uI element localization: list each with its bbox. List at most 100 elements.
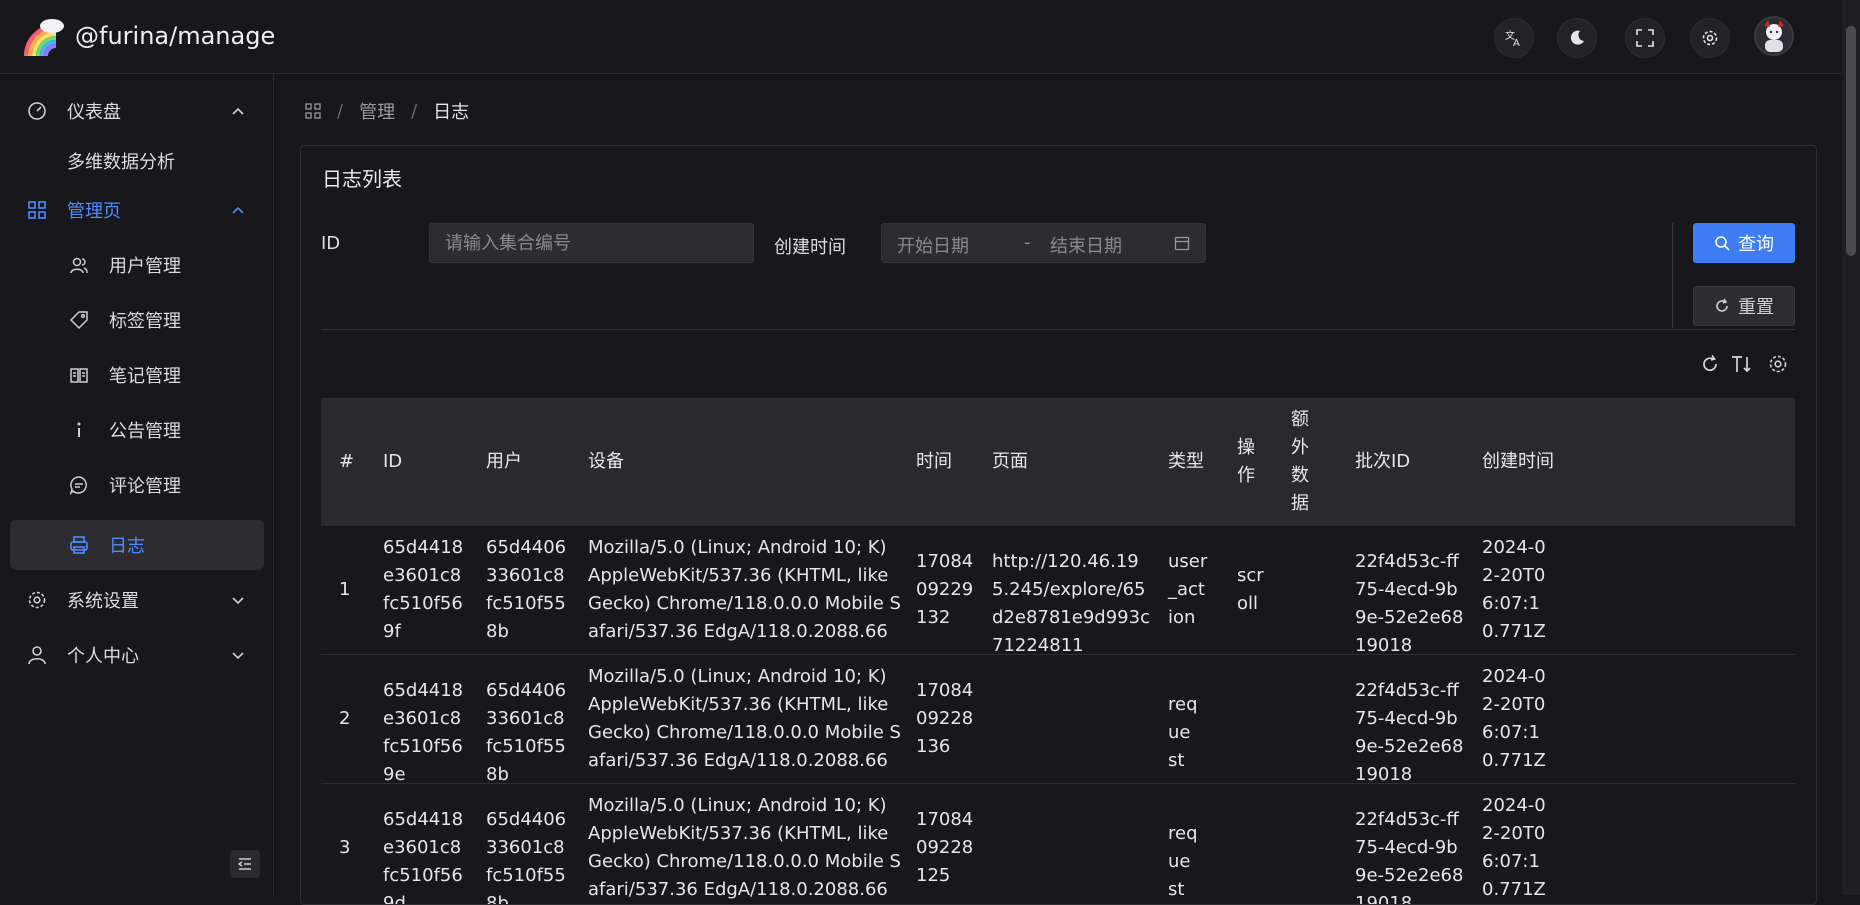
text-size-icon: [1732, 356, 1751, 373]
avatar[interactable]: [1754, 16, 1794, 56]
sidebar-item-profile[interactable]: 个人中心: [10, 630, 264, 680]
sidebar-item-dashboard[interactable]: 仪表盘: [10, 86, 264, 136]
sidebar-item-users[interactable]: 用户管理: [10, 240, 264, 290]
query-button[interactable]: 查询: [1693, 223, 1795, 263]
sidebar-item-system-settings[interactable]: 系统设置: [10, 575, 264, 625]
cell-batch-id: 22f4d53c-ff75-4ecd-9b9e-52e2e6819018: [1355, 551, 1464, 656]
cell-id: 65d4418e3601c8fc510f569e: [383, 680, 464, 785]
search-icon: [1715, 236, 1730, 251]
scrollbar-thumb[interactable]: [1846, 26, 1856, 256]
table-settings-button[interactable]: [1766, 352, 1790, 376]
comment-icon: [68, 474, 90, 496]
chevron-up-icon: [232, 206, 244, 214]
id-filter-label: ID: [321, 233, 341, 254]
sidebar-item-label: 日志: [109, 536, 145, 557]
sidebar-item-comments[interactable]: 评论管理: [10, 460, 264, 510]
column-header[interactable]: ID: [383, 448, 402, 476]
info-icon: [68, 419, 90, 441]
cell-created: 2024-02-20T06:07:10.771Z: [1482, 795, 1546, 900]
collapse-icon: [237, 858, 251, 870]
cell-id: 65d4418e3601c8fc510f569f: [383, 537, 464, 642]
settings-button[interactable]: [1690, 18, 1730, 58]
rainbow-logo-icon[interactable]: [24, 16, 66, 58]
sidebar-item-manage[interactable]: 管理页: [10, 185, 264, 235]
sidebar-item-label: 用户管理: [109, 256, 181, 277]
page-scrollbar[interactable]: [1842, 0, 1860, 895]
grid-icon[interactable]: [305, 103, 321, 119]
translate-icon: 文 A: [1505, 29, 1520, 48]
fullscreen-button[interactable]: [1625, 18, 1665, 58]
cell-type: request: [1168, 694, 1198, 771]
chevron-down-icon: [232, 597, 244, 605]
cell-time: 1708409229132: [916, 551, 974, 628]
cell-user: 65d440633601c8fc510f558b: [486, 680, 567, 785]
column-header[interactable]: 额外数据: [1291, 406, 1311, 518]
cell-index: 1: [339, 579, 351, 600]
cell-operation: scroll: [1237, 565, 1264, 614]
column-header[interactable]: 用户: [486, 448, 522, 476]
printer-icon: [68, 534, 90, 556]
created-time-label: 创建时间: [774, 237, 846, 258]
column-header[interactable]: 创建时间: [1482, 448, 1554, 476]
cell-index: 2: [339, 708, 351, 729]
sidebar-item-label: 系统设置: [67, 591, 139, 612]
cell-batch-id: 22f4d53c-ff75-4ecd-9b9e-52e2e6819018: [1355, 680, 1464, 785]
sidebar-collapse-button[interactable]: [230, 850, 260, 878]
calendar-icon: [1174, 236, 1190, 251]
sidebar-item-analytics[interactable]: 多维数据分析: [10, 136, 264, 186]
sidebar-item-announcements[interactable]: 公告管理: [10, 405, 264, 455]
column-header[interactable]: 时间: [916, 448, 952, 476]
breadcrumb-separator: /: [411, 100, 418, 122]
refresh-icon: [1716, 298, 1728, 312]
column-header[interactable]: 页面: [992, 448, 1028, 476]
column-header[interactable]: #: [339, 448, 354, 476]
table-header-row: # ID 用户 设备 时间 页面 类型 操作 额外数据 批次ID 创建时间: [321, 398, 1795, 526]
reset-button-label: 重置: [1738, 297, 1774, 318]
table-row[interactable]: 3 65d4418e3601c8fc510f569d 65d440633601c…: [321, 784, 1795, 905]
breadcrumb: / 管理 / 日志: [305, 98, 469, 124]
table-refresh-button[interactable]: [1698, 352, 1722, 376]
cell-batch-id: 22f4d53c-ff75-4ecd-9b9e-52e2e6819018: [1355, 809, 1464, 905]
cell-time: 1708409228125: [916, 809, 974, 886]
cell-user: 65d440633601c8fc510f558b: [486, 809, 567, 905]
column-header[interactable]: 操作: [1237, 434, 1257, 490]
query-button-label: 查询: [1738, 234, 1774, 255]
top-header: @furina/manage 文 A: [0, 0, 1842, 74]
id-input[interactable]: [429, 223, 754, 263]
end-date-placeholder[interactable]: 结束日期: [1050, 232, 1122, 258]
sidebar-item-notes[interactable]: 笔记管理: [10, 350, 264, 400]
theme-toggle-button[interactable]: [1557, 18, 1597, 58]
column-header[interactable]: 类型: [1168, 448, 1204, 476]
start-date-placeholder[interactable]: 开始日期: [897, 232, 969, 258]
sidebar-item-label: 笔记管理: [109, 366, 181, 387]
cell-index: 3: [339, 837, 351, 858]
moon-icon: [1570, 30, 1584, 45]
tag-icon: [68, 309, 90, 331]
table-row[interactable]: 1 65d4418e3601c8fc510f569f 65d440633601c…: [321, 526, 1795, 656]
sidebar-item-label: 多维数据分析: [67, 152, 175, 173]
app-title[interactable]: @furina/manage: [75, 22, 275, 50]
table-row[interactable]: 2 65d4418e3601c8fc510f569e 65d440633601c…: [321, 655, 1795, 785]
sidebar-item-logs[interactable]: 日志: [10, 520, 264, 570]
date-range-picker[interactable]: 开始日期 - 结束日期: [881, 223, 1206, 263]
sidebar-item-label: 管理页: [67, 201, 121, 222]
cell-type: user_action: [1168, 551, 1208, 628]
reset-button[interactable]: 重置: [1693, 286, 1795, 326]
breadcrumb-item[interactable]: 管理: [359, 98, 395, 124]
column-header[interactable]: 批次ID: [1355, 448, 1410, 476]
cell-device: Mozilla/5.0 (Linux; Android 10; K) Apple…: [588, 666, 901, 771]
user-icon: [26, 644, 48, 666]
gear-icon: [26, 589, 48, 611]
sidebar-item-tags[interactable]: 标签管理: [10, 295, 264, 345]
column-header[interactable]: 设备: [588, 448, 624, 476]
sidebar-item-label: 评论管理: [109, 476, 181, 497]
cell-type: request: [1168, 823, 1198, 900]
gear-icon: [1769, 355, 1787, 373]
grid-icon: [26, 199, 48, 221]
table-density-button[interactable]: [1729, 352, 1753, 376]
cell-id: 65d4418e3601c8fc510f569d: [383, 809, 464, 905]
filter-divider: [1672, 223, 1673, 328]
cell-device: Mozilla/5.0 (Linux; Android 10; K) Apple…: [588, 537, 901, 642]
translate-button[interactable]: 文 A: [1494, 18, 1534, 58]
divider: [321, 329, 1795, 330]
